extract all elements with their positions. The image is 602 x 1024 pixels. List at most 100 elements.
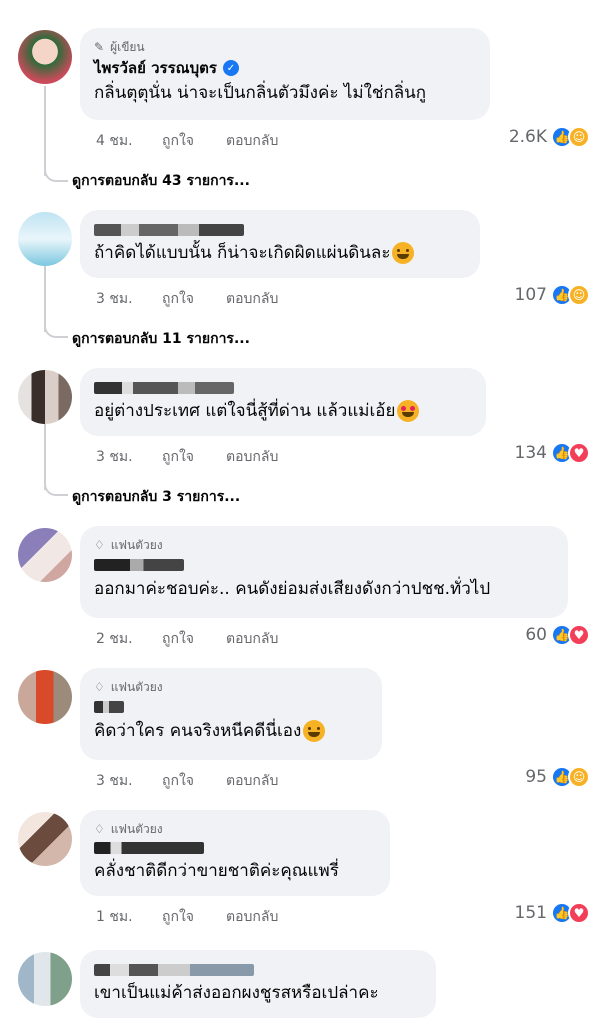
comment-author[interactable]: [94, 696, 368, 718]
reaction-count: 60: [525, 625, 547, 645]
comment-actions: 3 ชม. ถูกใจ ตอบกลับ: [96, 288, 278, 310]
reaction-summary[interactable]: 2.6K 👍 ☺: [509, 126, 590, 148]
diamond-icon: ♢: [94, 822, 105, 836]
comment-author[interactable]: ไพรวัลย์ วรรณบุตร ✓: [94, 56, 476, 80]
heart-eyes-emoji: [397, 400, 420, 422]
reply-button[interactable]: ตอบกลับ: [226, 446, 278, 468]
thread-line: [44, 86, 46, 176]
reaction-count: 2.6K: [508, 127, 547, 147]
comment-text: คิดว่าใคร คนจริงหนีคดีนี่เอง: [94, 718, 368, 744]
comment-text: คลั่งชาติดีกว่าขายชาติค่ะคุณแพรี่: [94, 861, 339, 881]
comment-text: กลิ่นตุตุนั่น น่าจะเป็นกลิ่นตัวมึงค่ะ ไม…: [94, 83, 427, 103]
thread-curve: [44, 166, 68, 182]
avatar[interactable]: [18, 30, 72, 84]
comment-text: ออกมาค่ะชอบค่ะ.. คนดังย่อมส่งเสียงดังกว่…: [94, 579, 491, 599]
reply-button[interactable]: ตอบกลับ: [226, 288, 278, 310]
thread-curve: [44, 322, 68, 338]
comment-bubble: ♢ แฟนตัวยง คลั่งชาติดีกว่าขายชาติค่ะคุณแ…: [80, 810, 390, 896]
haha-reaction-icon: ☺: [568, 284, 590, 306]
love-reaction-icon: ♥: [568, 624, 590, 646]
author-name[interactable]: ไพรวัลย์ วรรณบุตร: [94, 56, 217, 80]
view-replies-link[interactable]: ดูการตอบกลับ 3 รายการ...: [72, 486, 240, 508]
badge-label: ผู้เขียน: [110, 39, 145, 54]
comment-time[interactable]: 3 ชม.: [96, 446, 162, 468]
avatar[interactable]: [18, 528, 72, 582]
like-button[interactable]: ถูกใจ: [162, 288, 226, 310]
like-button[interactable]: ถูกใจ: [162, 130, 226, 152]
reply-button[interactable]: ตอบกลับ: [226, 628, 278, 650]
author-badge: ✎ ผู้เขียน: [94, 38, 476, 56]
badge-label: แฟนตัวยง: [110, 821, 163, 836]
reaction-summary[interactable]: 60 👍 ♥: [525, 624, 590, 646]
comment-author[interactable]: [94, 378, 472, 398]
comment-actions: 3 ชม. ถูกใจ ตอบกลับ: [96, 770, 278, 792]
comment-author[interactable]: [94, 554, 554, 576]
avatar[interactable]: [18, 952, 72, 1006]
comment-time[interactable]: 1 ชม.: [96, 906, 162, 928]
comment-bubble: ✎ ผู้เขียน ไพรวัลย์ วรรณบุตร ✓ กลิ่นตุตุ…: [80, 28, 490, 120]
pencil-icon: ✎: [94, 40, 105, 54]
sweat-smile-emoji: [392, 242, 415, 264]
diamond-icon: ♢: [94, 538, 105, 552]
reaction-count: 107: [514, 285, 547, 305]
badge-label: แฟนตัวยง: [110, 679, 163, 694]
reaction-summary[interactable]: 95 👍 ☺: [525, 766, 590, 788]
reaction-summary[interactable]: 134 👍 ♥: [515, 442, 590, 464]
like-button[interactable]: ถูกใจ: [162, 628, 226, 650]
comment-actions: 1 ชม. ถูกใจ ตอบกลับ: [96, 906, 278, 928]
comment-bubble: ♢ แฟนตัวยง ออกมาค่ะชอบค่ะ.. คนดังย่อมส่ง…: [80, 526, 568, 618]
blurred-author-name: [94, 964, 254, 976]
like-button[interactable]: ถูกใจ: [162, 446, 226, 468]
comment-actions: 4 ชม. ถูกใจ ตอบกลับ: [96, 130, 278, 152]
view-replies-link[interactable]: ดูการตอบกลับ 11 รายการ...: [72, 328, 250, 350]
view-replies-link[interactable]: ดูการตอบกลับ 43 รายการ...: [72, 170, 250, 192]
comment-author[interactable]: [94, 220, 466, 240]
verified-icon: ✓: [222, 60, 239, 76]
comment-bubble: เขาเป็นแม่ค้าส่งออกผงชูรสหรือเปล่าคะ: [80, 950, 436, 1018]
reaction-count: 151: [514, 903, 547, 923]
comment-author[interactable]: [94, 838, 376, 858]
comment-text-content: ถ้าคิดได้แบบนั้น ก็น่าจะเกิดผิดแผ่นดินละ: [94, 243, 391, 263]
comment-text: อยู่ต่างประเทศ แต่ใจนี่สู้ที่ด่าน แล้วแม…: [94, 398, 472, 424]
avatar[interactable]: [18, 212, 72, 266]
love-reaction-icon: ♥: [568, 902, 590, 924]
avatar[interactable]: [18, 670, 72, 724]
blurred-author-name: [94, 559, 184, 571]
laughing-emoji: [303, 720, 326, 742]
reaction-summary[interactable]: 151 👍 ♥: [515, 902, 590, 924]
haha-reaction-icon: ☺: [568, 126, 590, 148]
reaction-count: 95: [525, 767, 547, 787]
badge-label: แฟนตัวยง: [110, 537, 163, 552]
blurred-author-name: [94, 382, 234, 394]
blurred-author-name: [94, 224, 244, 236]
comment-text-content: คิดว่าใคร คนจริงหนีคดีนี่เอง: [94, 721, 302, 741]
avatar[interactable]: [18, 812, 72, 866]
reaction-count: 134: [514, 443, 547, 463]
comment-bubble: ถ้าคิดได้แบบนั้น ก็น่าจะเกิดผิดแผ่นดินละ: [80, 210, 480, 278]
like-button[interactable]: ถูกใจ: [162, 906, 226, 928]
reaction-summary[interactable]: 107 👍 ☺: [515, 284, 590, 306]
comment-actions: 3 ชม. ถูกใจ ตอบกลับ: [96, 446, 278, 468]
love-reaction-icon: ♥: [568, 442, 590, 464]
top-fan-badge: ♢ แฟนตัวยง: [94, 536, 554, 554]
blurred-author-name: [94, 701, 124, 713]
comment-author[interactable]: [94, 960, 422, 980]
haha-reaction-icon: ☺: [568, 766, 590, 788]
comment-time[interactable]: 3 ชม.: [96, 288, 162, 310]
comment-time[interactable]: 4 ชม.: [96, 130, 162, 152]
diamond-icon: ♢: [94, 680, 105, 694]
reply-button[interactable]: ตอบกลับ: [226, 906, 278, 928]
reply-button[interactable]: ตอบกลับ: [226, 130, 278, 152]
comment-bubble: ♢ แฟนตัวยง คิดว่าใคร คนจริงหนีคดีนี่เอง: [80, 668, 382, 760]
comment-time[interactable]: 2 ชม.: [96, 628, 162, 650]
comment-text: เขาเป็นแม่ค้าส่งออกผงชูรสหรือเปล่าคะ: [94, 983, 379, 1003]
thread-curve: [44, 480, 68, 496]
comment-text-content: อยู่ต่างประเทศ แต่ใจนี่สู้ที่ด่าน แล้วแม…: [94, 401, 396, 421]
top-fan-badge: ♢ แฟนตัวยง: [94, 820, 376, 838]
comment-time[interactable]: 3 ชม.: [96, 770, 162, 792]
like-button[interactable]: ถูกใจ: [162, 770, 226, 792]
comment-bubble: อยู่ต่างประเทศ แต่ใจนี่สู้ที่ด่าน แล้วแม…: [80, 368, 486, 436]
reply-button[interactable]: ตอบกลับ: [226, 770, 278, 792]
top-fan-badge: ♢ แฟนตัวยง: [94, 678, 368, 696]
avatar[interactable]: [18, 370, 72, 424]
